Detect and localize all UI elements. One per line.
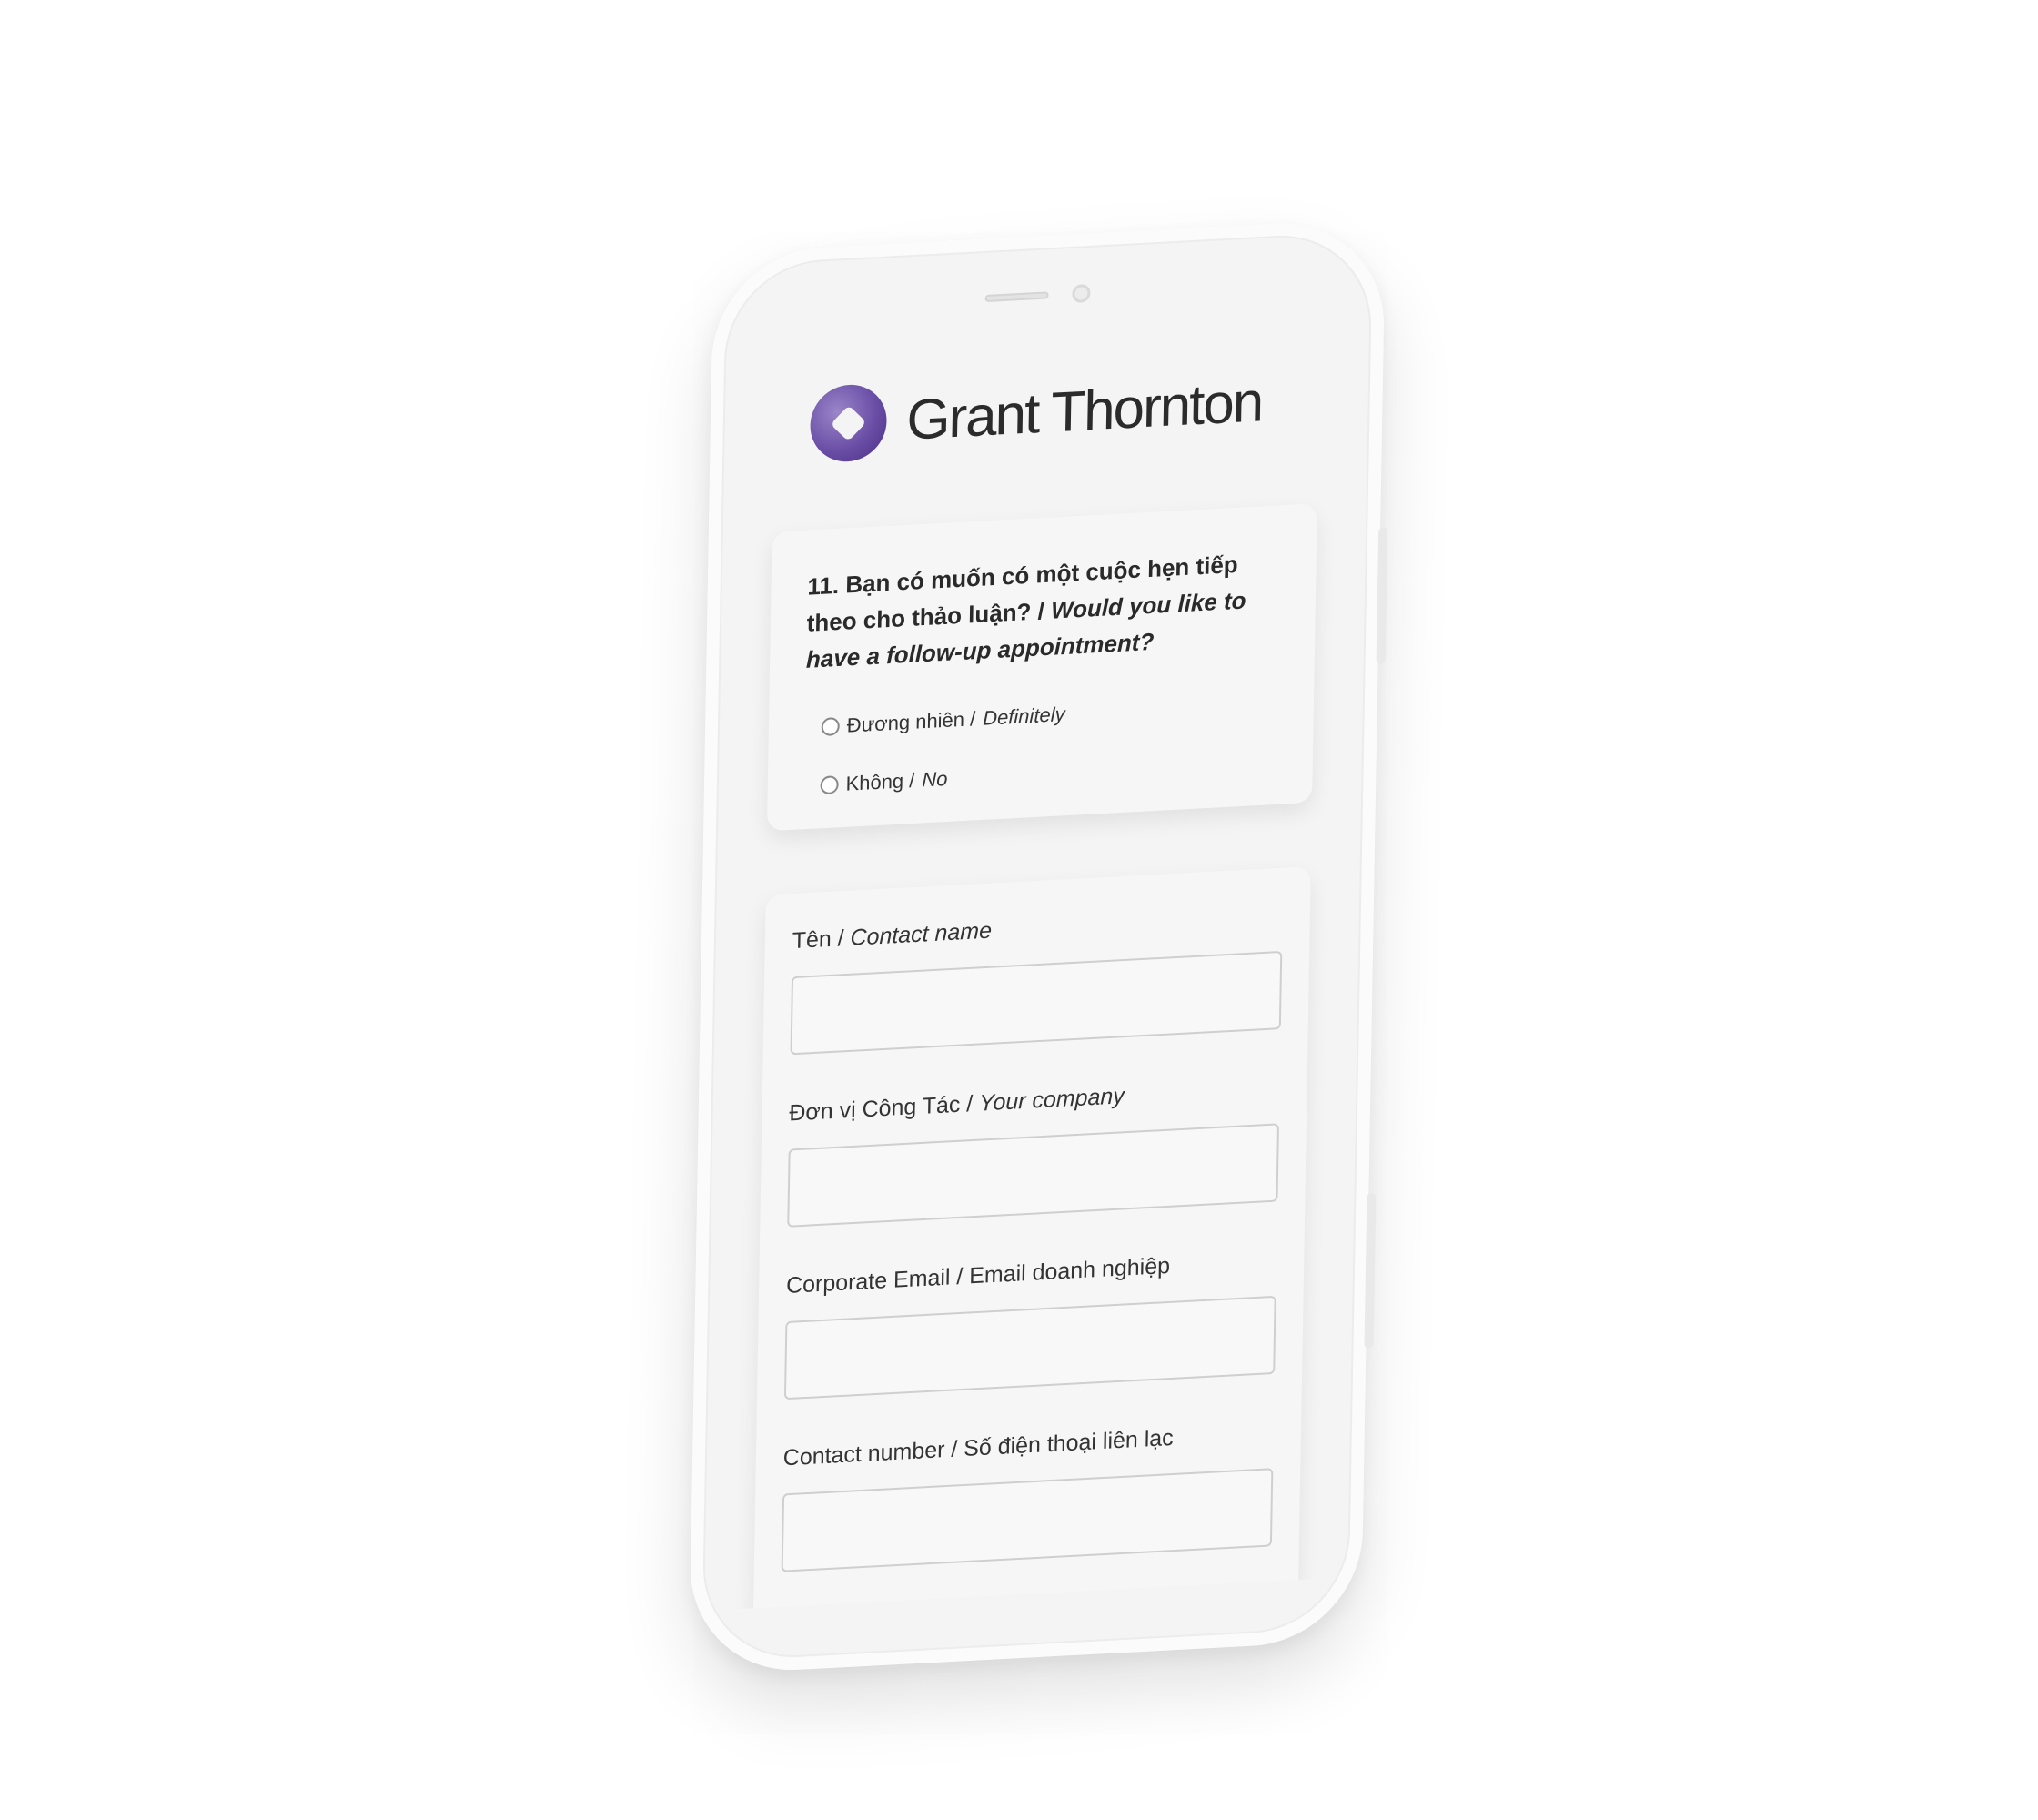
side-button [1376,527,1388,665]
label-vi: Đơn vị Công Tác / [789,1090,980,1127]
contact-form-card: Tên / Contact name Đơn vị Công Tác / You… [752,866,1311,1610]
option-label-vi: Đương nhiên / [846,707,976,737]
contact-number-label: Contact number / Số điện thoại liên lạc [783,1420,1275,1471]
radio-no[interactable] [820,775,839,795]
contact-name-label: Tên / Contact name [792,903,1283,955]
label-en: Contact name [850,917,993,951]
side-button [1364,1192,1377,1349]
option-label-en: No [922,766,948,792]
stage: Grant Thornton 11. Bạn có muốn có một cu… [0,0,2038,1820]
label-vi: Corporate Email / Email doanh nghiệp [785,1252,1171,1299]
speaker-grille [984,291,1049,303]
option-no[interactable]: Không / No [803,750,1276,798]
label-en: Your company [978,1083,1125,1117]
question-card: 11. Bạn có muốn có một cuộc hẹn tiếp the… [766,503,1317,832]
option-definitely[interactable]: Đương nhiên / Definitely [805,692,1278,740]
label-vi: Tên / [792,925,851,955]
email-label: Corporate Email / Email doanh nghiệp [786,1248,1277,1299]
question-text: 11. Bạn có muốn có một cuộc hẹn tiếp the… [806,543,1280,677]
option-label-en: Definitely [982,703,1065,730]
brand-header: Grant Thornton [746,310,1348,479]
radio-definitely[interactable] [821,717,840,737]
brand-name: Grant Thornton [905,369,1263,452]
phone-device: Grant Thornton 11. Bạn có muốn có một cu… [688,217,1388,1676]
phone-screen: Grant Thornton 11. Bạn có muốn có một cu… [726,310,1347,1610]
email-input[interactable] [783,1295,1276,1400]
front-camera [1072,283,1091,304]
contact-name-input[interactable] [790,950,1283,1056]
contact-number-input[interactable] [781,1468,1274,1572]
option-label-vi: Không / [845,768,915,795]
company-label: Đơn vị Công Tác / Your company [789,1075,1280,1127]
grant-thornton-logo-icon [809,382,888,464]
company-input[interactable] [787,1123,1279,1228]
label-vi: Contact number / Số điện thoại liên lạc [782,1424,1174,1471]
